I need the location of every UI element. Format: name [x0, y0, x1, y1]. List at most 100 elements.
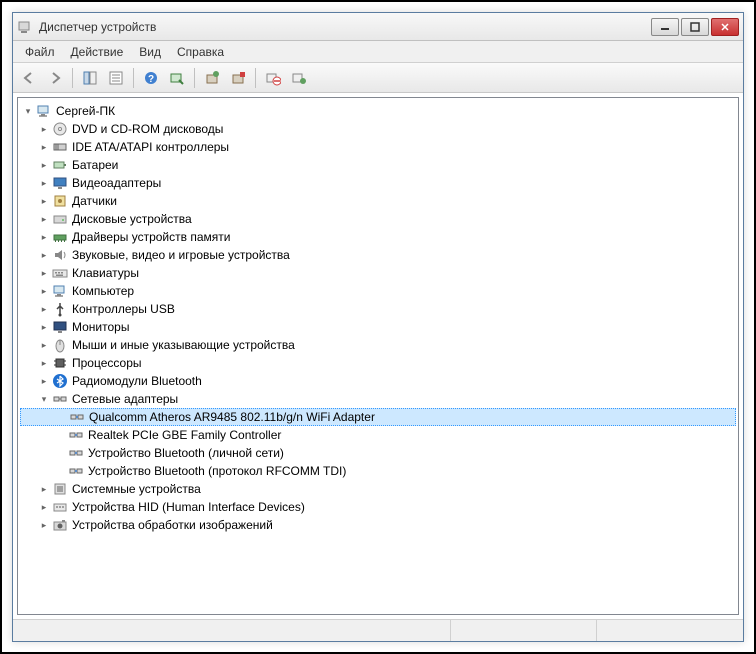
- menu-action[interactable]: Действие: [63, 43, 132, 61]
- tree-category[interactable]: ▸ Мыши и иные указывающие устройства: [20, 336, 736, 354]
- tree-category[interactable]: ▸Батареи: [20, 156, 736, 174]
- tree-category[interactable]: ▸ Видеоадаптеры: [20, 174, 736, 192]
- tree-category[interactable]: ▸Мониторы: [20, 318, 736, 336]
- tree-category[interactable]: ▸ Дисковые устройства: [20, 210, 736, 228]
- tree-device[interactable]: Qualcomm Atheros AR9485 802.11b/g/n WiFi…: [20, 408, 736, 426]
- network-icon: [52, 391, 68, 407]
- tree-category[interactable]: ▸Системные устройства: [20, 480, 736, 498]
- node-label: Realtek PCIe GBE Family Controller: [88, 428, 281, 442]
- expander-icon[interactable]: ▸: [38, 483, 50, 495]
- tree-device[interactable]: Устройство Bluetooth (протокол RFCOMM TD…: [20, 462, 736, 480]
- sensor-icon: [52, 193, 68, 209]
- node-label: Компьютер: [72, 284, 134, 298]
- tree-category[interactable]: ▸Радиомодули Bluetooth: [20, 372, 736, 390]
- tree-category[interactable]: ▸ Устройства обработки изображений: [20, 516, 736, 534]
- ide-icon: [52, 139, 68, 155]
- computer-icon: [52, 283, 68, 299]
- expander-icon[interactable]: ▸: [38, 231, 50, 243]
- tree-device[interactable]: Устройство Bluetooth (личной сети): [20, 444, 736, 462]
- tree-category[interactable]: ▸ Процессоры: [20, 354, 736, 372]
- expander-icon[interactable]: ▸: [38, 213, 50, 225]
- maximize-button[interactable]: [681, 18, 709, 36]
- toolbar-separator: [72, 68, 73, 88]
- expander-icon[interactable]: ▸: [38, 267, 50, 279]
- tree-category[interactable]: ▸ Драйверы устройств памяти: [20, 228, 736, 246]
- back-button[interactable]: [17, 66, 41, 90]
- node-label: DVD и CD-ROM дисководы: [72, 122, 223, 136]
- toolbar-separator: [255, 68, 256, 88]
- forward-button[interactable]: [43, 66, 67, 90]
- expander-icon[interactable]: ▸: [38, 501, 50, 513]
- tree-category[interactable]: ▾Сетевые адаптеры: [20, 390, 736, 408]
- tree-category[interactable]: ▸Устройства HID (Human Interface Devices…: [20, 498, 736, 516]
- expander-icon[interactable]: ▸: [38, 195, 50, 207]
- node-label: Устройства обработки изображений: [72, 518, 273, 532]
- expander-icon[interactable]: ▸: [38, 357, 50, 369]
- tree-category[interactable]: ▸ IDE ATA/ATAPI контроллеры: [20, 138, 736, 156]
- titlebar[interactable]: Диспетчер устройств: [13, 13, 743, 41]
- node-label: Драйверы устройств памяти: [72, 230, 230, 244]
- toolbar-separator: [194, 68, 195, 88]
- tree-category[interactable]: ▸Датчики: [20, 192, 736, 210]
- expander-icon[interactable]: ▸: [38, 321, 50, 333]
- app-icon: [17, 19, 33, 35]
- node-label: Видеоадаптеры: [72, 176, 161, 190]
- enable-button[interactable]: [287, 66, 311, 90]
- close-button[interactable]: [711, 18, 739, 36]
- mouse-icon: [52, 337, 68, 353]
- tree-root[interactable]: ▾Сергей-ПК: [20, 102, 736, 120]
- node-label: IDE ATA/ATAPI контроллеры: [72, 140, 229, 154]
- expander-icon[interactable]: ▾: [38, 393, 50, 405]
- tree-category[interactable]: ▸ Компьютер: [20, 282, 736, 300]
- expander-icon[interactable]: ▸: [38, 519, 50, 531]
- tree-category[interactable]: ▸ DVD и CD-ROM дисководы: [20, 120, 736, 138]
- expander-icon[interactable]: ▸: [38, 339, 50, 351]
- imaging-icon: [52, 517, 68, 533]
- disc-icon: [52, 121, 68, 137]
- device-manager-window: Диспетчер устройств Файл Действие Вид Сп…: [12, 12, 744, 642]
- statusbar: [13, 619, 743, 641]
- properties-button[interactable]: [104, 66, 128, 90]
- monitor-icon: [52, 319, 68, 335]
- display-icon: [52, 175, 68, 191]
- tree-device[interactable]: Realtek PCIe GBE Family Controller: [20, 426, 736, 444]
- node-label: Процессоры: [72, 356, 142, 370]
- minimize-button[interactable]: [651, 18, 679, 36]
- expander-icon[interactable]: ▸: [38, 123, 50, 135]
- expander-icon[interactable]: ▸: [38, 285, 50, 297]
- drive-icon: [52, 211, 68, 227]
- tree-category[interactable]: ▸Звуковые, видео и игровые устройства: [20, 246, 736, 264]
- expander-icon[interactable]: ▸: [38, 303, 50, 315]
- uninstall-button[interactable]: [226, 66, 250, 90]
- node-label: Мыши и иные указывающие устройства: [72, 338, 295, 352]
- device-tree[interactable]: ▾Сергей-ПК ▸ DVD и CD-ROM дисководы ▸ IDE AT…: [17, 97, 739, 615]
- battery-icon: [52, 157, 68, 173]
- disable-button[interactable]: [261, 66, 285, 90]
- expander-icon[interactable]: ▸: [38, 159, 50, 171]
- node-label: Клавиатуры: [72, 266, 139, 280]
- menu-help[interactable]: Справка: [169, 43, 232, 61]
- expander-icon[interactable]: ▸: [38, 141, 50, 153]
- tree-category[interactable]: ▸ Контроллеры USB: [20, 300, 736, 318]
- menu-view[interactable]: Вид: [131, 43, 169, 61]
- update-driver-button[interactable]: [200, 66, 224, 90]
- expander-icon[interactable]: ▸: [38, 375, 50, 387]
- help-button[interactable]: ?: [139, 66, 163, 90]
- show-hide-tree-button[interactable]: [78, 66, 102, 90]
- node-label: Устройство Bluetooth (протокол RFCOMM TD…: [88, 464, 346, 478]
- scan-hardware-button[interactable]: [165, 66, 189, 90]
- netadapter-icon: [68, 427, 84, 443]
- netadapter-icon: [68, 445, 84, 461]
- tree-category[interactable]: ▸ Клавиатуры: [20, 264, 736, 282]
- expander-icon[interactable]: ▸: [38, 177, 50, 189]
- expander-icon[interactable]: ▾: [22, 105, 34, 117]
- menu-file[interactable]: Файл: [17, 43, 63, 61]
- node-label: Контроллеры USB: [72, 302, 175, 316]
- node-label: Дисковые устройства: [72, 212, 192, 226]
- node-label: Qualcomm Atheros AR9485 802.11b/g/n WiFi…: [89, 410, 375, 424]
- svg-text:?: ?: [148, 74, 154, 85]
- expander-icon[interactable]: ▸: [38, 249, 50, 261]
- toolbar: ?: [13, 63, 743, 93]
- computer-icon: [36, 103, 52, 119]
- cpu-icon: [52, 355, 68, 371]
